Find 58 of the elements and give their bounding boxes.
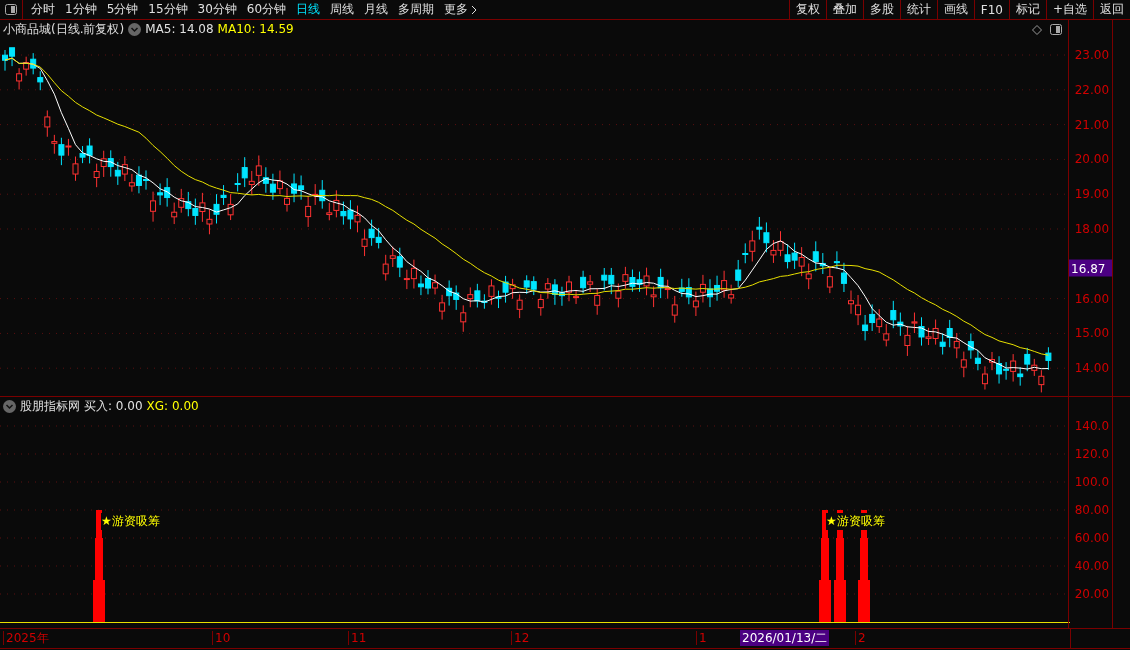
period-tab[interactable]: 60分钟	[241, 1, 292, 18]
ma10-value: MA10: 14.59	[217, 22, 294, 36]
ma5-value: MA5: 14.08	[145, 22, 214, 36]
date-label: 2025年	[3, 631, 49, 645]
toolbar-button[interactable]: 返回	[1093, 0, 1130, 19]
diamond-icon[interactable]	[1032, 24, 1043, 35]
toolbar-button[interactable]: 标记	[1008, 0, 1046, 19]
axis-label: 15.00	[1074, 326, 1110, 341]
axis-label: 20.00	[1074, 152, 1110, 167]
date-label: 11	[348, 631, 367, 645]
axis-label: 21.00	[1074, 117, 1110, 132]
axis-label: 19.00	[1074, 187, 1110, 202]
period-tab[interactable]: 更多	[439, 1, 483, 18]
indicator-title: 股朋指标网	[20, 397, 80, 415]
period-tab[interactable]: 1分钟	[60, 1, 102, 18]
panel-toggle-icon[interactable]	[1050, 24, 1063, 35]
cursor-date: 2026/01/13/二	[740, 630, 830, 646]
xg-value: XG: 0.00	[146, 399, 199, 413]
period-tab[interactable]: 5分钟	[101, 1, 144, 18]
period-tab[interactable]: 周线	[325, 1, 360, 18]
period-tab[interactable]: 30分钟	[192, 1, 242, 18]
dropdown-icon[interactable]	[3, 399, 16, 413]
signal-label: ★游资吸筹	[101, 513, 160, 530]
axis-label: 20.00	[1074, 587, 1110, 601]
axis-label: 16.00	[1074, 291, 1110, 306]
axis-label: 18.00	[1074, 222, 1110, 236]
toolbar-button[interactable]: 统计	[899, 0, 937, 19]
chevron-right-icon	[471, 4, 478, 15]
axis-label: 100.0	[1074, 475, 1110, 489]
dropdown-icon[interactable]	[128, 22, 142, 36]
stock-title: 小商品城(日线.前复权)	[3, 20, 125, 38]
period-tab[interactable]: 日线	[291, 1, 326, 18]
period-tab[interactable]: 月线	[359, 1, 394, 18]
toolbar-button[interactable]: F10	[973, 0, 1009, 19]
toolbar-button[interactable]: +自选	[1045, 0, 1093, 19]
axis-label: 22.00	[1074, 82, 1110, 97]
axis-label: 14.00	[1074, 361, 1110, 376]
date-label: 10	[212, 631, 231, 645]
toolbar-button[interactable]: 画线	[936, 0, 974, 19]
signal-label: ★游资吸筹	[826, 513, 885, 530]
axis-label: 60.00	[1074, 531, 1110, 545]
period-tab[interactable]: 分时	[26, 1, 60, 18]
toolbar-button[interactable]: 复权	[788, 0, 826, 19]
period-tab[interactable]: 多周期	[393, 1, 440, 18]
axis-label: 23.00	[1074, 48, 1110, 62]
toolbar-button[interactable]: 叠加	[825, 0, 863, 19]
price-tag: 16.87	[1069, 259, 1113, 277]
date-label: 12	[511, 631, 530, 645]
toolbar-button[interactable]: 多股	[862, 0, 900, 19]
axis-label: 140.0	[1074, 419, 1110, 433]
period-tab[interactable]: 15分钟	[143, 1, 193, 18]
buy-value: 买入: 0.00	[84, 397, 143, 415]
axis-label: 40.00	[1074, 559, 1110, 573]
axis-label: 120.0	[1074, 447, 1110, 461]
date-label: 1	[696, 631, 707, 645]
panel-toggle-icon[interactable]	[5, 4, 17, 15]
date-label: 2	[855, 631, 866, 645]
axis-label: 80.00	[1074, 503, 1110, 517]
